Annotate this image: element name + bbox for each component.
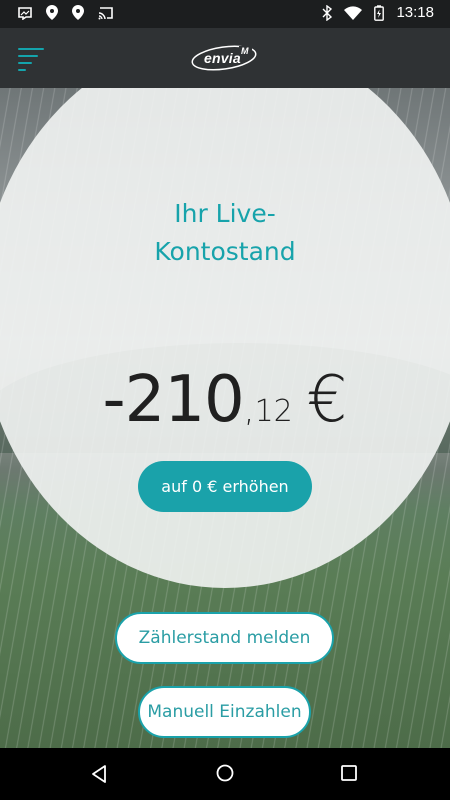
envia-logo: envia M [191,43,261,73]
balance-title-line1: Ihr Live- [174,199,276,228]
status-bar-right: 13:18 [322,4,434,21]
back-icon[interactable] [90,764,110,784]
bluetooth-icon [322,4,333,21]
balance-cents: 12 [254,394,293,429]
app-bar: envia M [0,28,450,88]
screenshot-icon [18,6,32,20]
balance-euros: -210 [102,363,245,437]
report-meter-button[interactable]: Zählerstand melden [115,612,334,664]
balance-title: Ihr Live- Kontostand [125,195,325,271]
status-bar-left [18,5,114,20]
balance-circle [0,88,450,588]
hamburger-menu-icon[interactable] [18,48,44,71]
home-icon[interactable] [215,763,235,783]
hero-background: Ihr Live- Kontostand -210,12 € auf 0 € er… [0,88,450,748]
status-bar: 13:18 [0,0,450,28]
logo-mark: M [241,46,249,56]
balance-title-line2: Kontostand [154,237,296,266]
battery-icon [374,4,385,21]
balance-currency: € [306,363,348,437]
recents-icon[interactable] [340,764,358,782]
manual-payment-button[interactable]: Manuell Einzahlen [138,686,311,738]
wifi-icon [344,5,363,20]
raise-balance-button[interactable]: auf 0 € erhöhen [138,461,312,512]
logo-text: envia [204,50,241,66]
location-icon [46,5,58,20]
navigation-bar [0,748,450,800]
balance-separator: , [243,390,255,430]
location-icon [72,5,84,20]
balance-amount: -210,12 € [0,363,450,437]
status-time: 13:18 [396,4,434,21]
cast-icon [98,6,113,19]
